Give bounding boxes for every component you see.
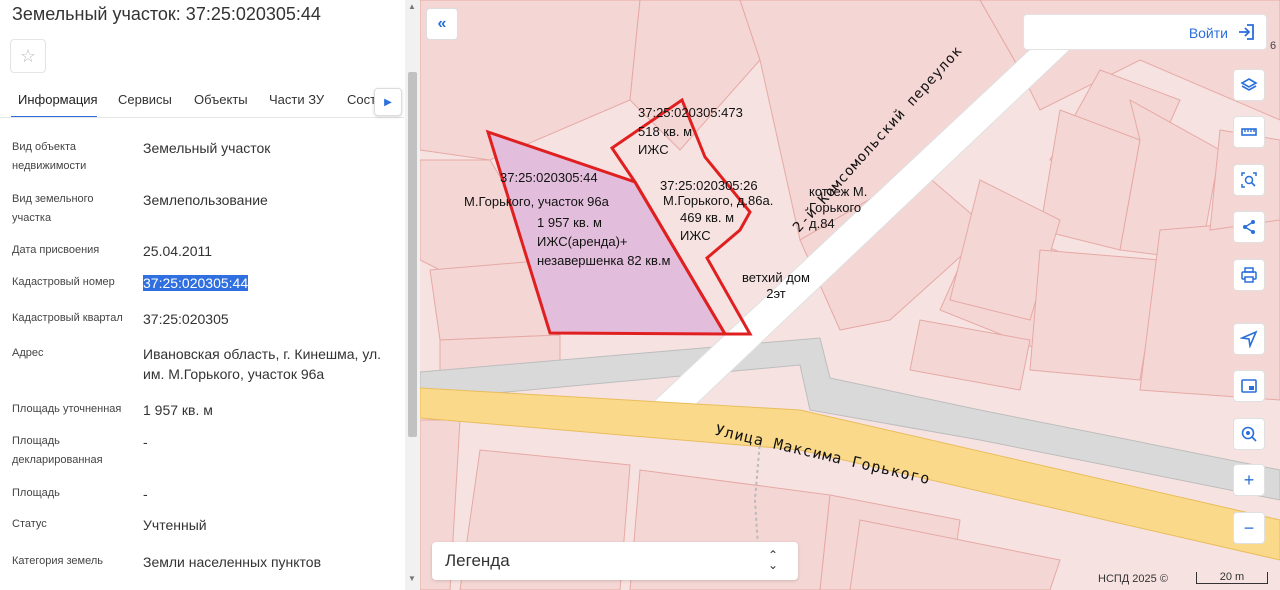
field-value: Учтенный — [143, 517, 207, 533]
map-label: ветхий дом 2эт — [742, 270, 810, 301]
field-label: Площадь декларированная — [12, 435, 103, 466]
map-label: М.Горького, участок 96а — [464, 194, 609, 209]
tab-information[interactable]: Информация — [18, 92, 98, 107]
field-value: 25.04.2011 — [143, 243, 213, 259]
tab-bar: Информация Сервисы Объекты Части ЗУ Сост… — [0, 86, 404, 118]
active-tab-indicator — [11, 116, 97, 117]
field-value: - — [143, 434, 148, 450]
login-label: Войти — [1188, 25, 1228, 41]
locate-button[interactable] — [1233, 323, 1265, 355]
map-label: 518 кв. м — [638, 124, 693, 139]
layers-button[interactable] — [1233, 69, 1265, 101]
zoom-in-button[interactable]: + — [1233, 464, 1265, 496]
field-label: Вид объекта недвижимости — [12, 141, 87, 172]
double-chevron-left-icon: « — [437, 15, 447, 32]
navigation-arrow-icon — [1240, 330, 1258, 348]
map-label: ИЖС — [680, 228, 711, 243]
chevron-up-down-icon: ⌃ ⌄ — [767, 548, 778, 572]
field-value: - — [143, 486, 148, 502]
scroll-down-icon[interactable]: ▼ — [408, 574, 416, 583]
scroll-up-icon[interactable]: ▲ — [408, 2, 416, 11]
field-label: Статус — [12, 518, 47, 530]
ruler-icon — [1241, 128, 1257, 136]
field-label: Адрес — [12, 347, 44, 359]
tabs-scroll-right-button[interactable]: ▶ — [374, 88, 402, 116]
map-label: незавершенка 82 кв.м — [537, 253, 671, 268]
share-button[interactable] — [1233, 211, 1265, 243]
cadastral-number-value[interactable]: 37:25:020305:44 — [143, 273, 398, 293]
map-label: 37:25:020305:473 — [638, 105, 743, 120]
map-label: 469 кв. м — [680, 210, 735, 225]
map-canvas[interactable]: 37:25:020305:473 518 кв. м ИЖС 37:25:020… — [420, 0, 1280, 590]
map-label: 1 957 кв. м — [537, 215, 602, 230]
login-icon — [1239, 24, 1254, 40]
map-label: 37:25:020305:26 — [660, 178, 758, 193]
page-title: Земельный участок: 37:25:020305:44 — [12, 4, 321, 24]
info-panel: Земельный участок: 37:25:020305:44 ☆ Инф… — [0, 0, 420, 590]
star-icon: ☆ — [19, 45, 37, 66]
field-value: 1 957 кв. м — [143, 402, 213, 418]
tab-objects[interactable]: Объекты — [194, 92, 248, 107]
print-button[interactable] — [1233, 259, 1265, 291]
layers-icon — [1240, 78, 1258, 91]
minimap-button[interactable] — [1233, 370, 1265, 402]
field-label: Категория земель — [12, 555, 103, 567]
field-label: Дата присвоения — [12, 244, 100, 256]
address-value: Ивановская область, г. Кинешма, ул. им. … — [143, 346, 382, 382]
tab-parts[interactable]: Части ЗУ — [269, 92, 324, 107]
map-label: 37:25:020305:44 — [500, 170, 598, 185]
field-value: Землепользование — [143, 192, 268, 208]
measure-button[interactable] — [1233, 116, 1265, 148]
field-label: Кадастровый номер — [12, 276, 115, 288]
map-drawing — [420, 0, 1280, 590]
zoom-out-button[interactable]: − — [1233, 512, 1265, 544]
field-value: 37:25:020305 — [143, 311, 229, 327]
printer-icon — [1241, 267, 1257, 283]
field-label: Кадастровый квартал — [12, 312, 123, 324]
favorite-button[interactable]: ☆ — [10, 39, 46, 73]
tab-services[interactable]: Сервисы — [118, 92, 172, 107]
map-label: ИЖС — [638, 142, 669, 157]
area-search-icon — [1241, 172, 1257, 188]
area-search-button[interactable] — [1233, 164, 1265, 196]
share-icon — [1243, 220, 1255, 234]
field-value: Земли населенных пунктов — [143, 554, 322, 570]
target-search-icon — [1241, 426, 1257, 442]
collapse-panel-button[interactable]: « — [426, 8, 458, 40]
plus-icon: + — [1243, 469, 1255, 490]
minimap-icon — [1241, 379, 1257, 393]
scale-bar: 20 m — [1196, 572, 1268, 584]
scroll-thumb[interactable] — [408, 72, 417, 437]
map-label: М.Горького, д.86а. — [663, 193, 774, 208]
triangle-right-icon: ▶ — [384, 96, 392, 108]
map-label: ИЖС(аренда)+ — [537, 234, 628, 249]
coordinate-search-button[interactable] — [1233, 418, 1265, 450]
legend-dropdown[interactable]: Легенда ⌃ ⌄ — [432, 542, 798, 580]
map-label: 6 — [1270, 40, 1277, 52]
login-button[interactable]: Войти — [1023, 14, 1267, 50]
map-attribution: НСПД 2025 © — [1098, 573, 1168, 585]
field-label: Вид земельного участка — [12, 193, 94, 224]
minus-icon: − — [1243, 517, 1255, 538]
field-label: Площадь уточненная — [12, 403, 122, 415]
field-value: Земельный участок — [143, 140, 271, 156]
legend-label: Легенда — [445, 551, 510, 570]
panel-scrollbar[interactable]: ▲ ▼ — [405, 0, 420, 590]
field-label: Площадь — [12, 487, 60, 499]
